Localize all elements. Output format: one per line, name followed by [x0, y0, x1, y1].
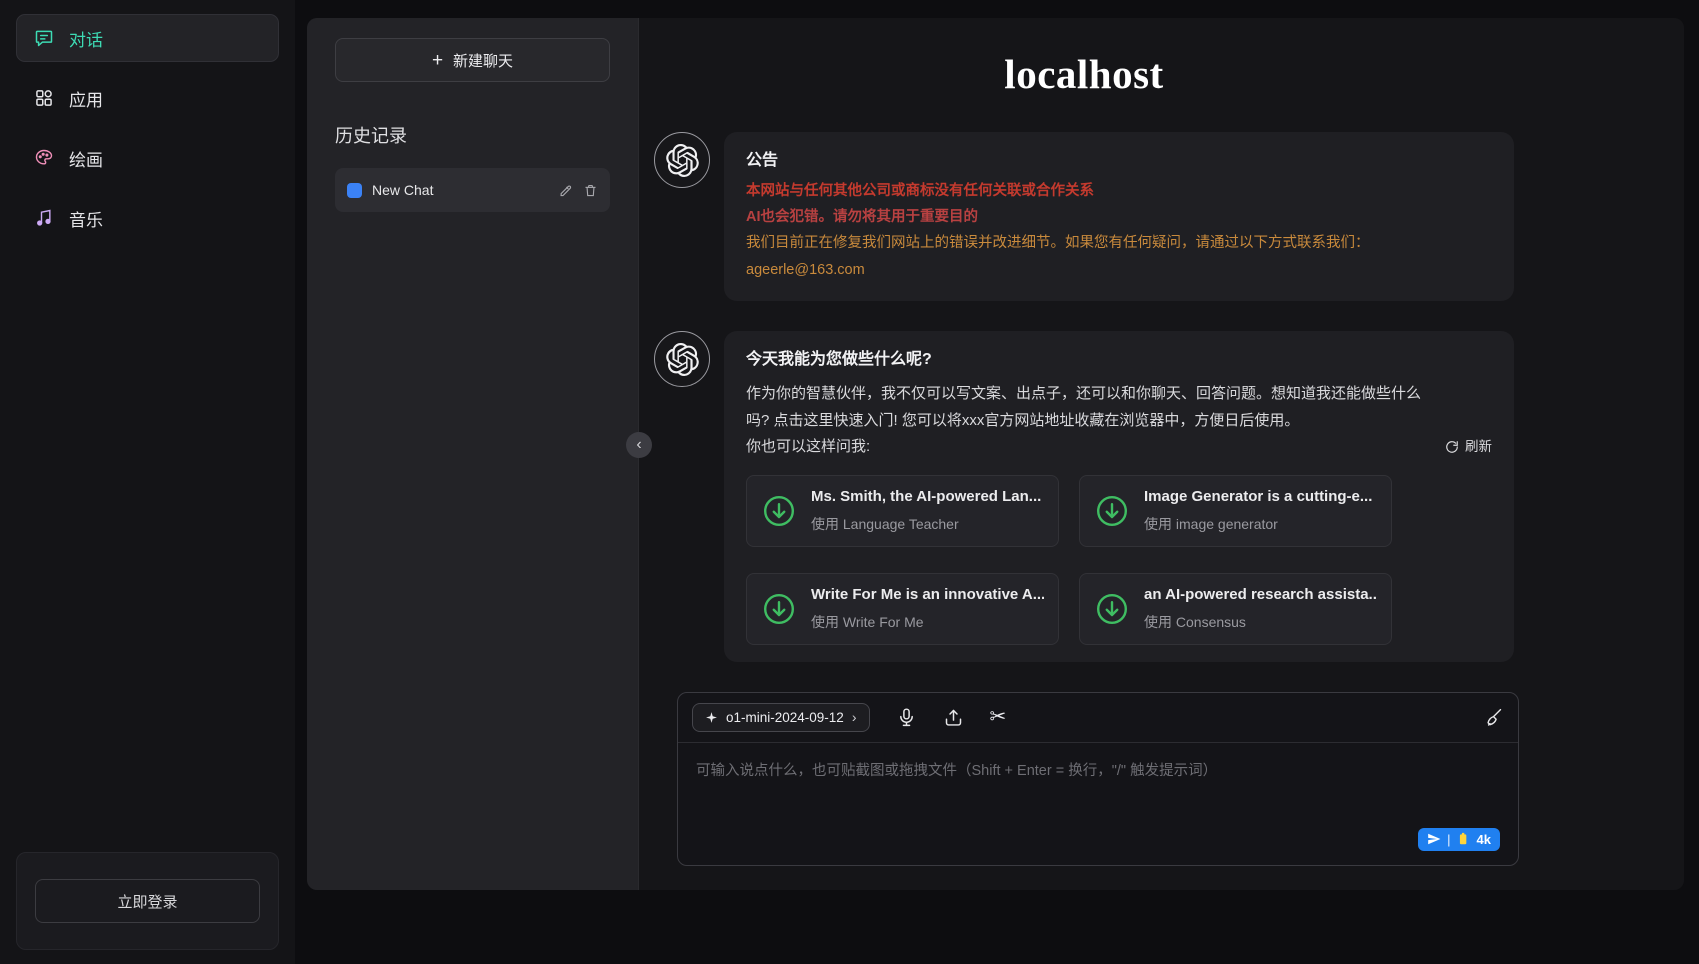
refresh-label: 刷新 [1465, 437, 1492, 457]
main-panel: localhost 公告 本网站与任何其他公司或商标没有任何关联或合作关系 AI… [639, 18, 1684, 890]
openai-logo-icon [654, 331, 710, 387]
history-title: 历史记录 [335, 122, 610, 148]
new-chat-button[interactable]: + 新建聊天 [335, 38, 610, 82]
chat-list-item[interactable]: New Chat [335, 168, 610, 212]
announcement-line: 我们目前正在修复我们网站上的错误并改进细节。如果您有任何疑问，请通过以下方式联系… [746, 233, 1492, 255]
sidebar-item-chat[interactable]: 对话 [16, 14, 279, 62]
palette-icon [33, 147, 55, 169]
sidebar-item-label: 应用 [69, 86, 103, 111]
sidebar-item-music[interactable]: 音乐 [16, 194, 279, 242]
contact-email-link[interactable]: ageerle@163.com [746, 260, 865, 282]
announcement-bubble: 公告 本网站与任何其他公司或商标没有任何关联或合作关系 AI也会犯错。请勿将其用… [724, 132, 1514, 301]
upload-icon [943, 707, 964, 728]
suggestion-card[interactable]: an AI-powered research assista... 使用 Con… [1079, 573, 1392, 645]
login-panel: 立即登录 [16, 852, 279, 950]
suggestion-title: an AI-powered research assista... [1144, 584, 1377, 607]
workspace: + 新建聊天 历史记录 New Chat [307, 18, 1684, 890]
chat-color-swatch-icon [347, 183, 362, 198]
mic-icon [896, 707, 917, 728]
scissors-button[interactable]: ✂ [990, 707, 1007, 727]
send-icon [1427, 832, 1441, 846]
suggestion-title: Ms. Smith, the AI-powered Lan... [811, 486, 1041, 509]
sparkle-icon [705, 711, 718, 724]
openai-logo-icon [654, 132, 710, 188]
assistant-message: 今天我能为您做些什么呢? 作为你的智慧伙伴，我不仅可以写文案、出点子，还可以和你… [654, 331, 1514, 662]
welcome-title: 今天我能为您做些什么呢? [746, 348, 1492, 372]
chat-content: localhost 公告 本网站与任何其他公司或商标没有任何关联或合作关系 AI… [654, 50, 1514, 866]
music-note-icon [33, 207, 55, 229]
arrow-down-circle-icon [1094, 591, 1130, 627]
broom-button[interactable] [1483, 707, 1504, 728]
sidebar-item-label: 绘画 [69, 146, 103, 171]
suggestion-title: Image Generator is a cutting-e... [1144, 486, 1372, 509]
suggestion-subtitle: 使用 Write For Me [811, 612, 1044, 633]
page-title: localhost [654, 50, 1514, 98]
trash-icon[interactable] [583, 183, 598, 198]
suggestion-subtitle: 使用 Consensus [1144, 612, 1377, 633]
composer: o1-mini-2024-09-12 › [677, 692, 1519, 866]
welcome-bubble: 今天我能为您做些什么呢? 作为你的智慧伙伴，我不仅可以写文案、出点子，还可以和你… [724, 331, 1514, 662]
sidebar: 对话 应用 绘画 [0, 0, 295, 964]
app-window: 对话 应用 绘画 [0, 0, 1699, 964]
sidebar-item-paint[interactable]: 绘画 [16, 134, 279, 182]
ask-hint: 你也可以这样问我: [746, 436, 870, 459]
upload-button[interactable] [943, 707, 964, 728]
chevron-right-icon: › [852, 710, 857, 724]
chat-item-title: New Chat [372, 182, 548, 198]
message-input[interactable] [694, 757, 1502, 823]
sidebar-item-label: 音乐 [69, 206, 103, 231]
suggestion-card[interactable]: Ms. Smith, the AI-powered Lan... 使用 Lang… [746, 475, 1059, 547]
chat-bubble-icon [33, 27, 55, 49]
badge-divider: | [1447, 832, 1450, 847]
sidebar-item-label: 对话 [69, 26, 103, 51]
arrow-down-circle-icon [761, 493, 797, 529]
refresh-icon [1445, 440, 1459, 454]
chevron-left-icon: ‹ [636, 437, 641, 453]
scissors-icon: ✂ [990, 707, 1007, 727]
announcement-line: AI也会犯错。请勿将其用于重要目的 [746, 207, 1492, 229]
new-chat-label: 新建聊天 [453, 50, 513, 71]
welcome-body: 作为你的智慧伙伴，我不仅可以写文案、出点子，还可以和你聊天、回答问题。想知道我还… [746, 380, 1426, 434]
mic-button[interactable] [896, 707, 917, 728]
login-button[interactable]: 立即登录 [35, 879, 260, 923]
suggestion-subtitle: 使用 image generator [1144, 514, 1372, 535]
collapse-sidebar-button[interactable]: ‹ [626, 432, 652, 458]
sidebar-item-apps[interactable]: 应用 [16, 74, 279, 122]
battery-icon [1457, 832, 1471, 846]
suggestion-title: Write For Me is an innovative A... [811, 584, 1044, 607]
model-selector[interactable]: o1-mini-2024-09-12 › [692, 703, 870, 732]
token-badge[interactable]: | 4k [1418, 828, 1500, 851]
broom-icon [1483, 707, 1504, 728]
suggestion-subtitle: 使用 Language Teacher [811, 514, 1041, 535]
model-label: o1-mini-2024-09-12 [726, 710, 844, 725]
edit-pencil-icon[interactable] [558, 183, 573, 198]
suggestion-card[interactable]: Write For Me is an innovative A... 使用 Wr… [746, 573, 1059, 645]
plus-icon: + [432, 51, 443, 70]
suggestion-grid: Ms. Smith, the AI-powered Lan... 使用 Lang… [746, 475, 1492, 645]
announcement-line: 本网站与任何其他公司或商标没有任何关联或合作关系 [746, 181, 1492, 203]
arrow-down-circle-icon [1094, 493, 1130, 529]
chat-list-panel: + 新建聊天 历史记录 New Chat [307, 18, 639, 890]
apps-grid-icon [33, 87, 55, 109]
arrow-down-circle-icon [761, 591, 797, 627]
suggestion-card[interactable]: Image Generator is a cutting-e... 使用 ima… [1079, 475, 1392, 547]
token-count: 4k [1477, 832, 1491, 847]
refresh-button[interactable]: 刷新 [1445, 437, 1492, 457]
assistant-message: 公告 本网站与任何其他公司或商标没有任何关联或合作关系 AI也会犯错。请勿将其用… [654, 132, 1514, 301]
announcement-title: 公告 [746, 149, 1492, 173]
